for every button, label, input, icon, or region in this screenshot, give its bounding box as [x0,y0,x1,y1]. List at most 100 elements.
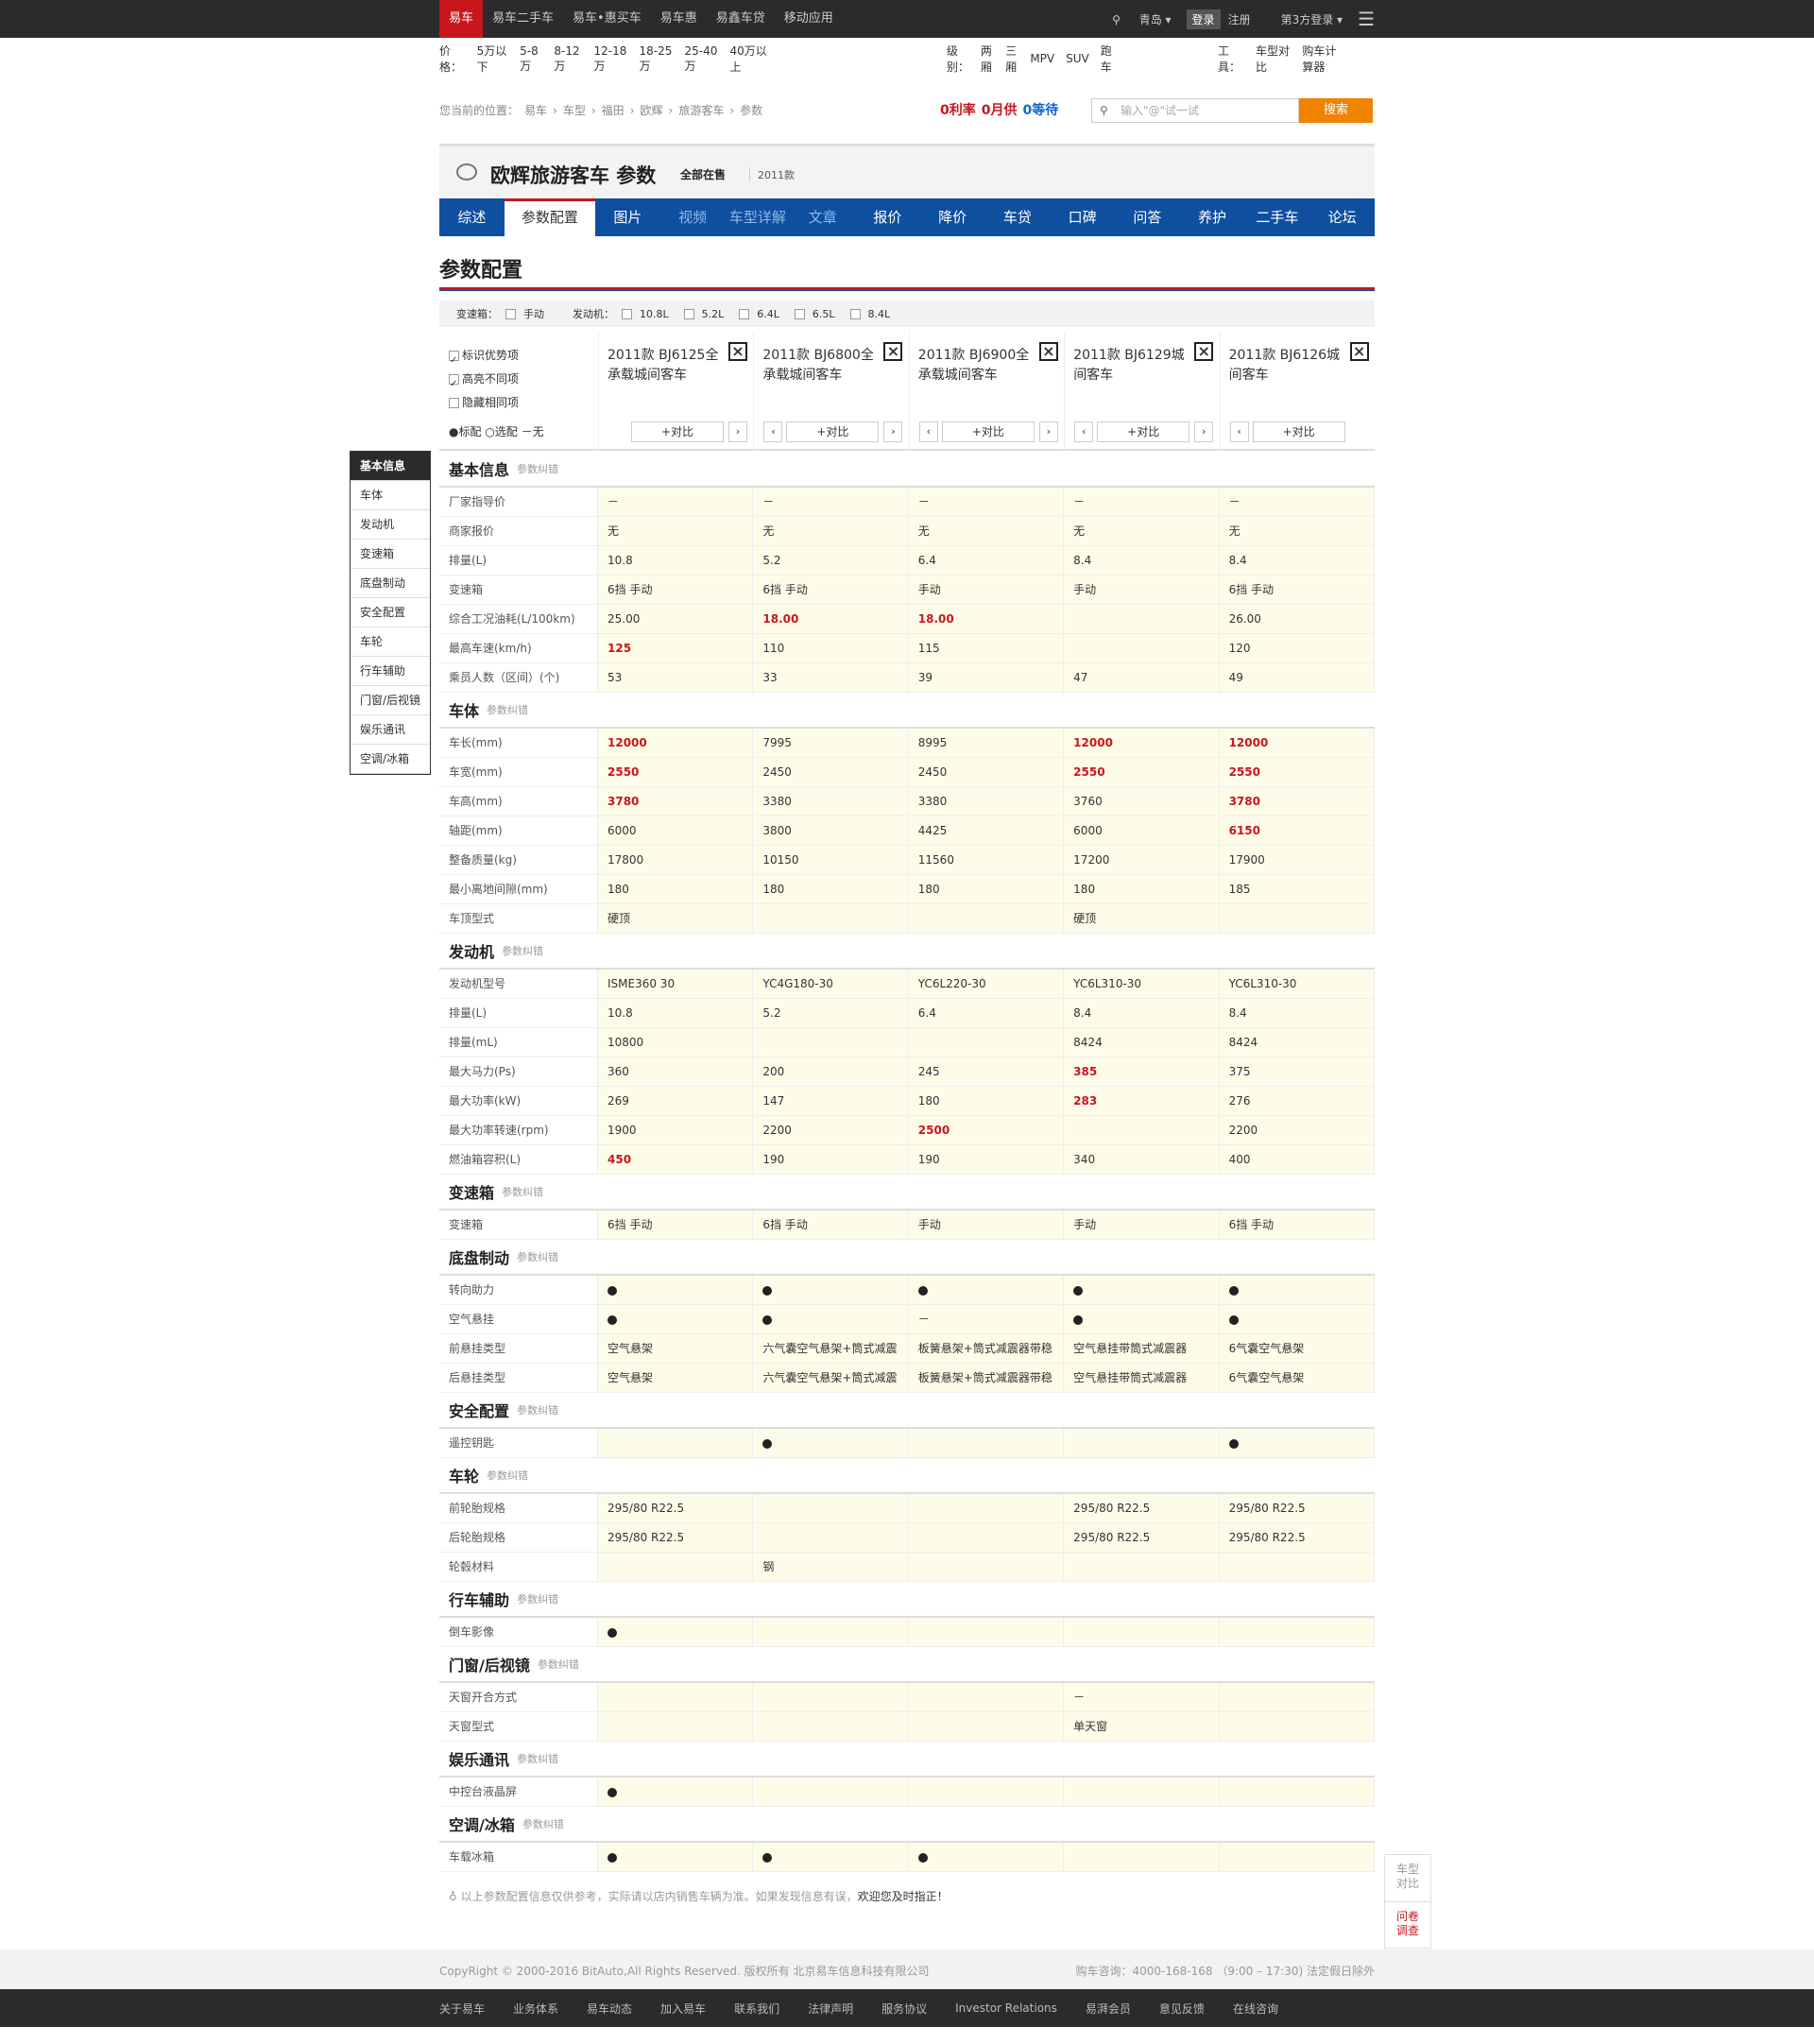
side-nav-item[interactable]: 安全配置 [351,598,430,627]
level-option[interactable]: 两厢 [981,43,994,75]
correct-link[interactable]: 参数纠错 [517,1751,558,1766]
search-input[interactable]: ⚲ 输入"@"试一试 [1091,98,1299,123]
register-link[interactable]: 注册 [1228,11,1251,27]
tab-item[interactable]: 车型详解 [726,198,791,236]
tab-item[interactable]: 图片 [595,198,660,236]
footer-link[interactable]: 关于易车 [439,2001,485,2017]
price-option[interactable]: 18-25万 [640,44,674,74]
level-option[interactable]: SUV [1066,52,1089,65]
footer-link[interactable]: 业务体系 [513,2001,558,2017]
tab-item[interactable]: 论坛 [1309,198,1375,236]
footer-link[interactable]: 加入易车 [660,2001,706,2017]
compare-button[interactable]: +对比 [786,421,880,442]
side-nav-item[interactable]: 娱乐通讯 [351,715,430,745]
side-nav-item[interactable]: 基本信息 [351,452,430,481]
display-option[interactable]: 隐藏相同项 [449,391,519,415]
top-nav-item[interactable]: 易车惠 [651,0,707,38]
side-nav-item[interactable]: 发动机 [351,510,430,540]
arrow-right-icon[interactable]: › [883,421,903,442]
correct-link[interactable]: 参数纠错 [487,1468,528,1483]
breadcrumb-item[interactable]: 易车 [524,104,547,117]
arrow-left-icon[interactable]: ‹ [1229,421,1249,442]
promo-item[interactable]: 0月供 [982,103,1018,118]
display-option[interactable]: 高亮不同项 [449,368,519,396]
arrow-right-icon[interactable]: › [1038,421,1058,442]
car-name[interactable]: 2011款 BJ6129城间客车 [1073,346,1191,386]
correct-link[interactable]: 参数纠错 [517,1249,558,1264]
side-nav-item[interactable]: 门窗/后视镜 [351,686,430,715]
level-option[interactable]: 跑车 [1101,43,1114,75]
sale-filter[interactable]: 全部在售 [680,166,726,182]
side-nav-item[interactable]: 变速箱 [351,540,430,569]
top-nav-item[interactable]: 易车二手车 [483,0,563,38]
side-nav-item[interactable]: 行车辅助 [351,657,430,686]
tab-item[interactable]: 口碑 [1050,198,1115,236]
tool-link[interactable]: 车型对比 [1256,43,1291,75]
display-option[interactable]: 标识优势项 [449,344,519,372]
side-nav-item[interactable]: 底盘制动 [351,569,430,598]
tab-item[interactable]: 二手车 [1245,198,1310,236]
price-option[interactable]: 40万以上 [729,43,766,75]
arrow-left-icon[interactable]: ‹ [1074,421,1094,442]
search-button[interactable]: 搜索 [1299,98,1373,123]
breadcrumb-item[interactable]: 旅游客车 [678,104,724,117]
side-nav-item[interactable]: 空调/冰箱 [351,745,430,774]
float-survey-button[interactable]: 问卷调查 [1385,1901,1430,1948]
year-filter[interactable]: 2011款 [749,167,795,182]
login-button[interactable]: 登录 [1186,9,1221,29]
tool-link[interactable]: 购车计算器 [1302,43,1346,75]
side-nav-item[interactable]: 车体 [351,481,430,510]
engine-checkbox[interactable]: 6.5L [794,308,843,320]
correct-link[interactable]: 参数纠错 [522,1816,564,1831]
tab-item[interactable]: 养护 [1180,198,1245,236]
correct-link[interactable]: 参数纠错 [517,1402,558,1417]
compare-button[interactable]: +对比 [1252,421,1345,442]
top-nav-item[interactable]: 易车 [439,0,484,38]
third-party-login[interactable]: 第3方登录 ▾ [1266,11,1343,27]
price-option[interactable]: 8-12万 [554,44,582,74]
level-option[interactable]: 三厢 [1005,43,1018,75]
tab-item[interactable]: 综述 [439,198,505,236]
tab-item[interactable]: 车贷 [985,198,1051,236]
arrow-right-icon[interactable]: › [728,421,747,442]
footer-link[interactable]: 意见反馈 [1159,2001,1205,2017]
tab-item[interactable]: 文章 [790,198,855,236]
trans-checkbox[interactable]: 手动 [505,306,552,321]
breadcrumb-item[interactable]: 参数 [740,104,762,117]
close-icon[interactable]: × [1038,342,1058,361]
correct-link[interactable]: 参数纠错 [517,1591,558,1606]
side-nav-item[interactable]: 车轮 [351,627,430,657]
correct-link[interactable]: 参数纠错 [517,461,558,476]
level-option[interactable]: MPV [1030,52,1054,65]
tab-item[interactable]: 问答 [1115,198,1180,236]
top-nav-item[interactable]: 易鑫车贷 [707,0,775,38]
tab-item[interactable]: 参数配置 [504,198,595,236]
price-option[interactable]: 25-40万 [685,44,719,74]
menu-icon[interactable]: ☰ [1358,8,1375,30]
top-nav-item[interactable]: 易车•惠买车 [563,0,651,38]
footer-link[interactable]: 易湃会员 [1086,2001,1131,2017]
correct-link[interactable]: 欢迎您及时指正！ [858,1890,949,1903]
compare-button[interactable]: +对比 [631,421,724,442]
breadcrumb-item[interactable]: 欧辉 [641,104,663,117]
float-compare-button[interactable]: 车型对比 [1385,1855,1430,1901]
footer-link[interactable]: 联系我们 [734,2001,779,2017]
top-nav-item[interactable]: 移动应用 [775,0,843,38]
engine-checkbox[interactable]: 6.4L [739,308,787,320]
car-name[interactable]: 2011款 BJ6800全承载城间客车 [762,346,881,386]
engine-checkbox[interactable]: 8.4L [849,308,898,320]
promo-item[interactable]: 0利率 [940,103,976,118]
tab-item[interactable]: 报价 [855,198,920,236]
correct-link[interactable]: 参数纠错 [502,943,543,958]
close-icon[interactable]: × [1194,342,1214,361]
car-name[interactable]: 2011款 BJ6126城间客车 [1229,346,1347,386]
engine-checkbox[interactable]: 10.8L [622,308,676,320]
close-icon[interactable]: × [1349,342,1369,361]
tab-item[interactable]: 降价 [920,198,985,236]
price-option[interactable]: 5万以下 [477,43,509,75]
engine-checkbox[interactable]: 5.2L [683,308,732,320]
footer-link[interactable]: 法律声明 [808,2001,853,2017]
promo-item[interactable]: 0等待 [1023,103,1059,118]
promo-banner[interactable]: 0利率 0月供 0等待 [940,100,1064,119]
breadcrumb-item[interactable]: 福田 [602,104,625,117]
